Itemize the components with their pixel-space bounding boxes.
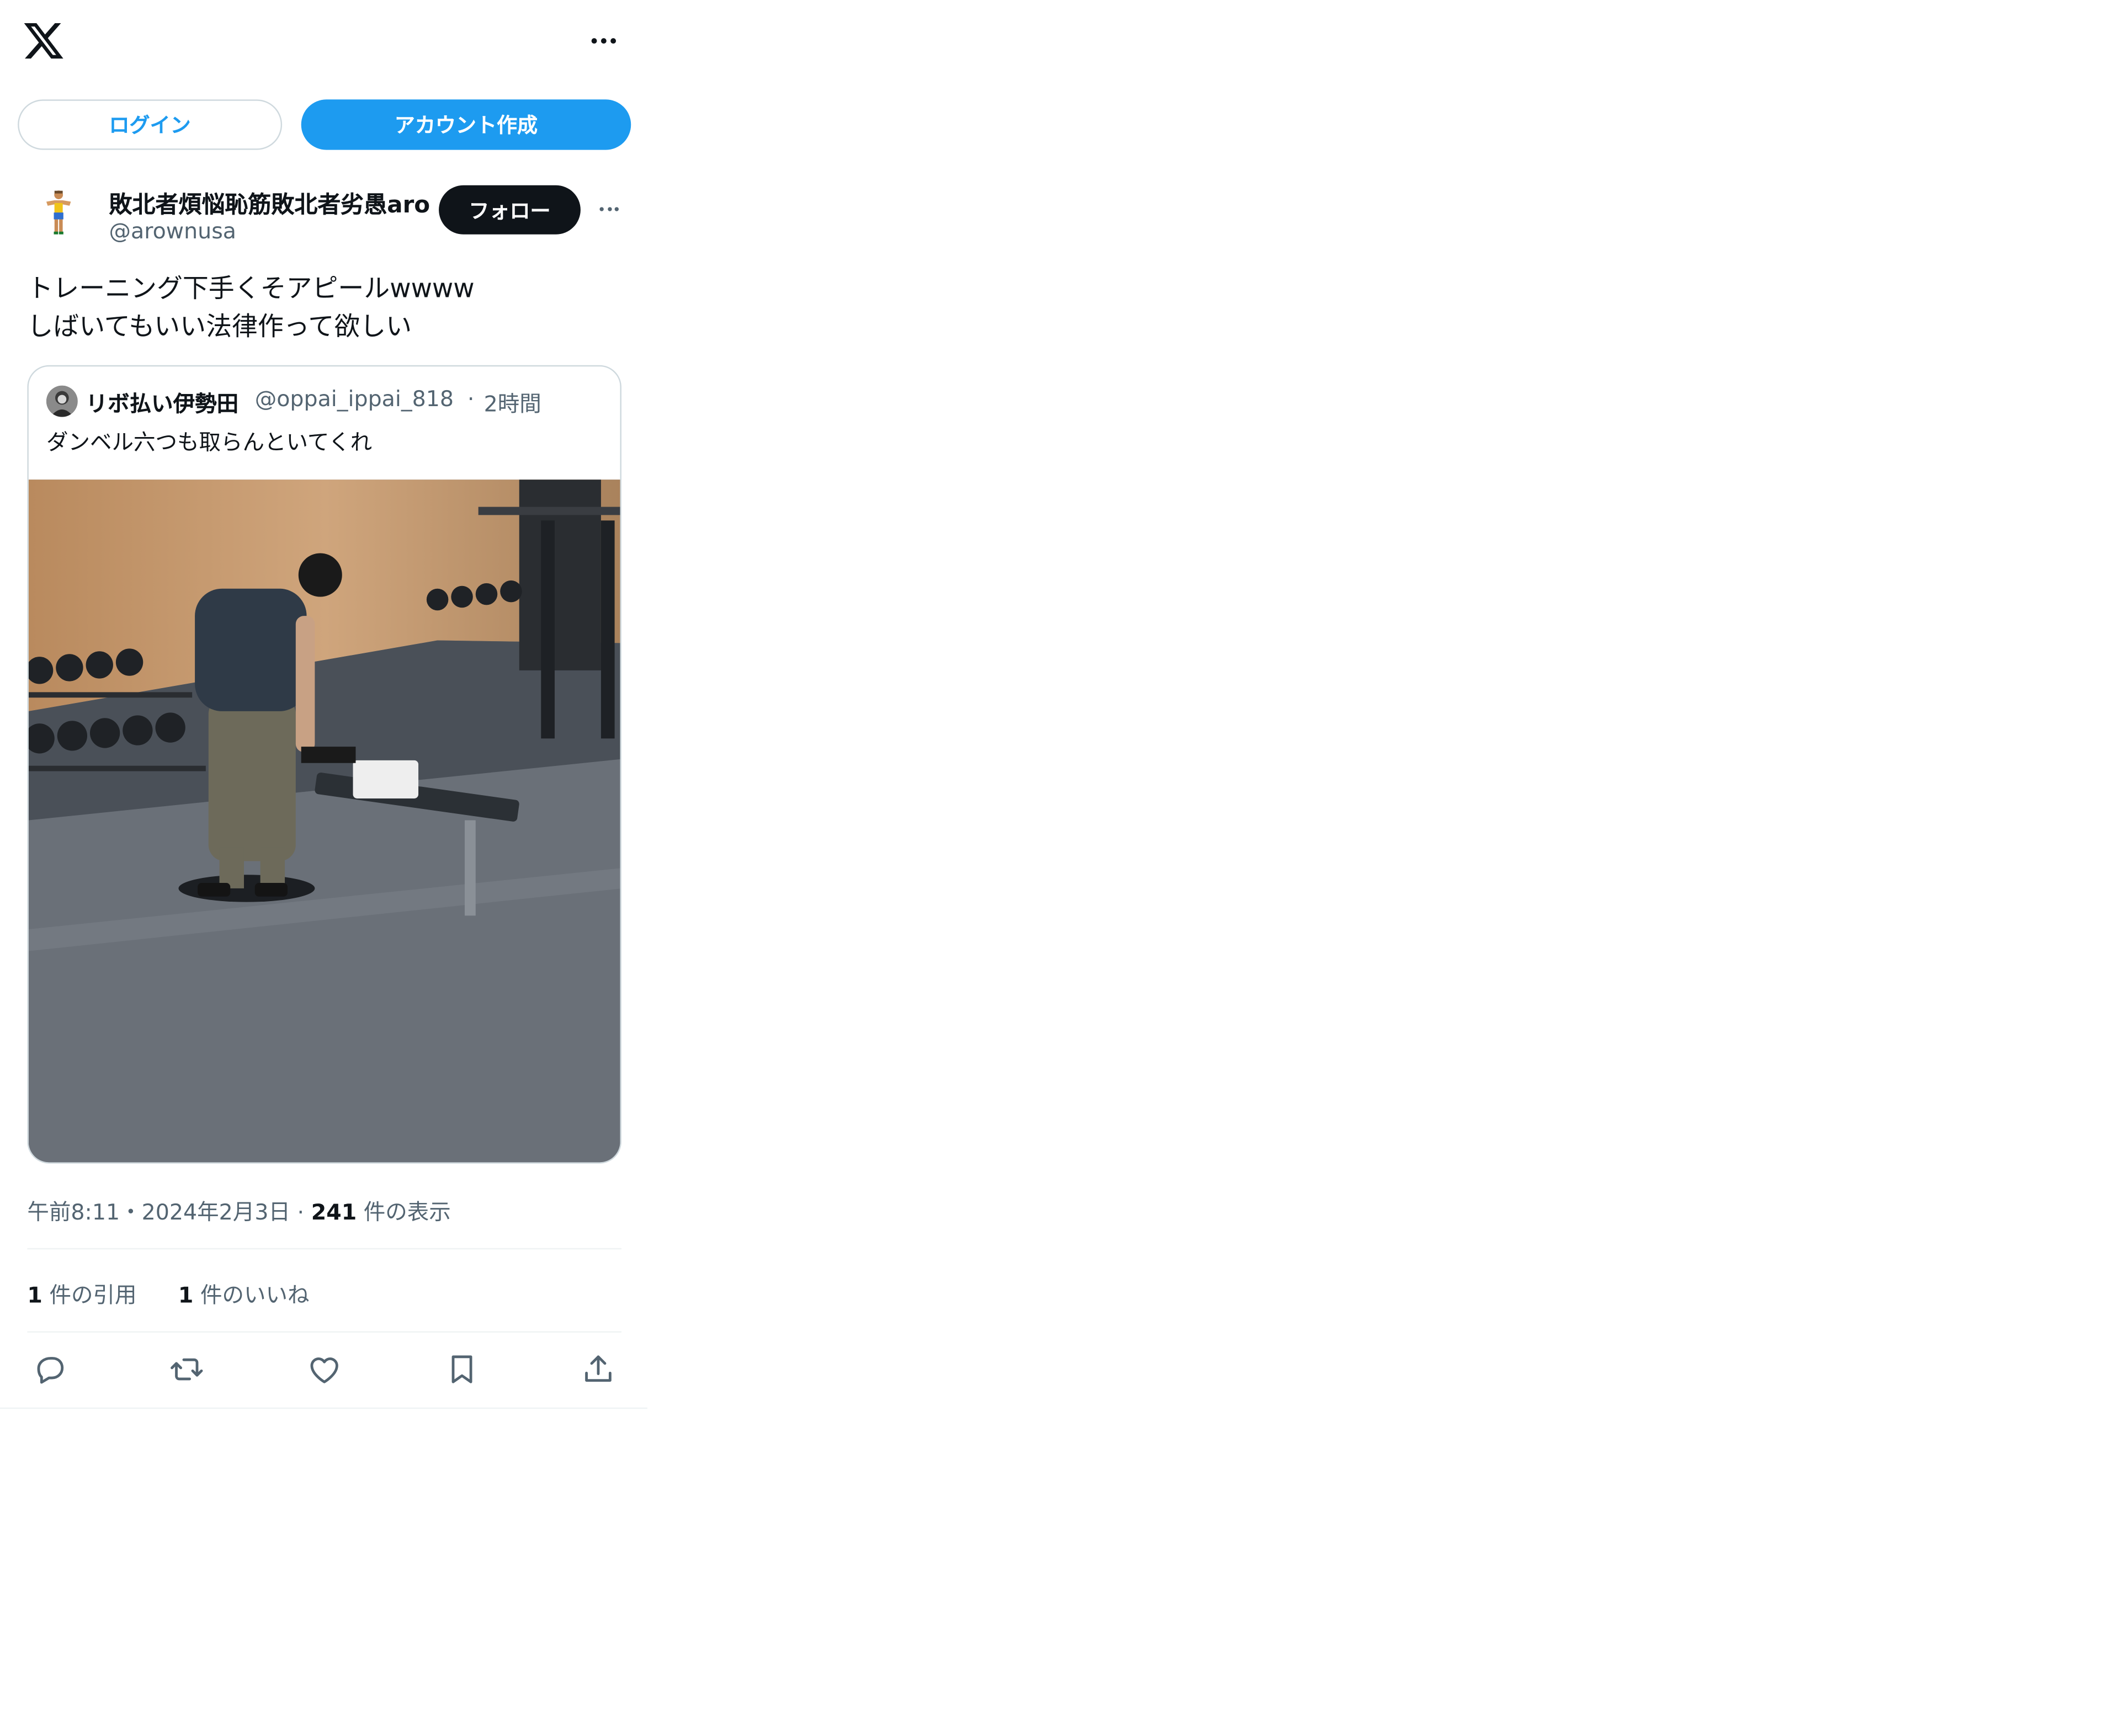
- signup-button[interactable]: アカウント作成: [301, 99, 631, 150]
- quoted-time: 2時間: [483, 391, 541, 417]
- page: ログイン アカウント作成 敗北者煩悩恥筋敗北者劣愚aro @arownusa フ…: [0, 0, 2126, 1733]
- author-name[interactable]: 敗北者煩悩恥筋敗北者劣愚aro: [109, 185, 430, 219]
- likes-stat[interactable]: 1 件のいいね: [178, 1282, 310, 1308]
- author-handle[interactable]: @arownusa: [109, 218, 236, 244]
- views-count: 241: [311, 1199, 357, 1225]
- bottom-divider: [0, 1407, 647, 1409]
- tweet-text-line: しばいてもいい法律作って欲しい: [27, 312, 412, 342]
- quoted-text: ダンベル六つも取らんといてくれ: [46, 429, 373, 455]
- tweet-view: ログイン アカウント作成 敗北者煩悩恥筋敗北者劣愚aro @arownusa フ…: [0, 0, 2126, 1736]
- tweet-more-icon[interactable]: [592, 195, 627, 222]
- quoted-photo[interactable]: [28, 480, 620, 1163]
- tweet-timestamp[interactable]: 午前8:11・2024年2月3日: [27, 1199, 290, 1225]
- divider: [27, 1248, 621, 1250]
- x-logo-icon[interactable]: [22, 19, 66, 63]
- reply-icon[interactable]: [33, 1351, 68, 1387]
- follow-button[interactable]: フォロー: [439, 185, 581, 235]
- meta-separator: ·: [297, 1199, 305, 1225]
- quoted-author-name: リボ払い伊勢田: [86, 391, 239, 417]
- quotes-count: 1: [27, 1282, 42, 1308]
- share-icon[interactable]: [581, 1351, 616, 1387]
- tweet-text: トレーニング下手くそアピールwwww しばいてもいい法律作って欲しい: [27, 270, 474, 346]
- views-label: 件の表示: [363, 1199, 451, 1225]
- retweet-icon[interactable]: [169, 1351, 204, 1387]
- author-avatar[interactable]: [27, 181, 90, 244]
- tweet-stats: 1 件の引用 1 件のいいね: [27, 1277, 309, 1309]
- bookmark-icon[interactable]: [444, 1351, 480, 1387]
- quoted-author-avatar: [46, 385, 78, 417]
- tweet-meta: 午前8:11・2024年2月3日 · 241 件の表示: [27, 1194, 450, 1226]
- login-button[interactable]: ログイン: [18, 99, 283, 150]
- like-icon[interactable]: [307, 1351, 342, 1387]
- likes-label: 件のいいね: [200, 1282, 310, 1308]
- tweet-text-line: トレーニング下手くそアピールwwww: [27, 274, 475, 304]
- likes-count: 1: [178, 1282, 194, 1308]
- quoted-author-handle: @oppai_ippai_818: [254, 385, 454, 412]
- more-icon[interactable]: [581, 23, 627, 58]
- quotes-stat[interactable]: 1 件の引用: [27, 1282, 136, 1308]
- quotes-label: 件の引用: [49, 1282, 137, 1308]
- quoted-tweet-card[interactable]: リボ払い伊勢田 @oppai_ippai_818 · 2時間 ダンベル六つも取ら…: [27, 365, 621, 1164]
- divider: [27, 1331, 621, 1333]
- quoted-separator: ·: [467, 385, 475, 412]
